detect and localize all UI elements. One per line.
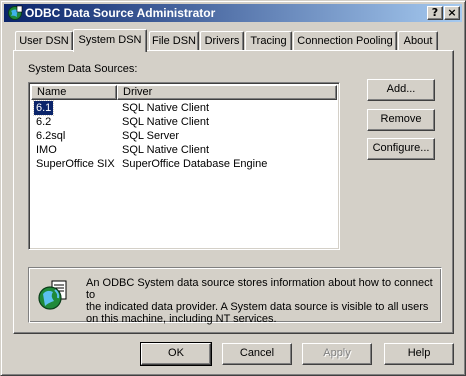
dsn-name: 6.2 <box>36 116 52 128</box>
tab-file-dsn[interactable]: File DSN <box>149 31 199 51</box>
list-item[interactable]: 6.1 SQL Native Client <box>31 100 337 116</box>
cancel-button[interactable]: Cancel <box>222 343 292 365</box>
tab-tracing[interactable]: Tracing <box>245 31 292 51</box>
dsn-driver: SQL Server <box>122 130 180 142</box>
list-item[interactable]: 6.2 SQL Native Client <box>31 115 337 129</box>
tab-connection-pooling[interactable]: Connection Pooling <box>293 31 397 51</box>
list-item[interactable]: SuperOffice SIX SuperOffice Database Eng… <box>31 157 337 171</box>
close-title-button[interactable]: × <box>444 6 460 20</box>
dsn-driver: SuperOffice Database Engine <box>122 158 268 170</box>
help-title-button[interactable]: ? <box>427 6 443 20</box>
system-data-sources-list[interactable]: Name Driver 6.1 SQL Native Client 6.2 SQ… <box>28 82 340 250</box>
dsn-name: 6.2sql <box>36 130 66 142</box>
dsn-name: IMO <box>36 144 57 156</box>
list-item[interactable]: IMO SQL Native Client <box>31 143 337 157</box>
system-data-sources-label: System Data Sources: <box>28 63 138 75</box>
tab-drivers[interactable]: Drivers <box>200 31 244 51</box>
help-button[interactable]: Help <box>384 343 454 365</box>
dsn-driver: SQL Native Client <box>122 102 210 114</box>
column-header-driver[interactable]: Driver <box>117 85 337 100</box>
configure-button[interactable]: Configure... <box>367 138 435 160</box>
apply-button[interactable]: Apply <box>302 343 372 365</box>
globe-datasource-icon <box>38 280 67 310</box>
odbc-app-icon <box>8 5 23 20</box>
info-description: An ODBC System data source stores inform… <box>86 277 433 325</box>
dsn-name: SuperOffice SIX <box>36 158 115 170</box>
ok-button[interactable]: OK <box>140 342 212 366</box>
window-title: ODBC Data Source Administrator <box>25 6 216 20</box>
column-header-name[interactable]: Name <box>31 85 117 100</box>
system-dsn-panel: System Data Sources: Name Driver 6.1 SQL… <box>13 50 454 334</box>
list-header: Name Driver <box>31 85 337 100</box>
title-bar[interactable]: ODBC Data Source Administrator ? × <box>4 4 462 22</box>
list-item[interactable]: 6.2sql SQL Server <box>31 129 337 143</box>
info-box: An ODBC System data source stores inform… <box>28 267 442 325</box>
dsn-driver: SQL Native Client <box>122 144 210 156</box>
tab-about[interactable]: About <box>398 31 438 51</box>
dsn-driver: SQL Native Client <box>122 116 210 128</box>
odbc-dialog-window: ODBC Data Source Administrator ? × User … <box>0 0 466 376</box>
add-button[interactable]: Add... <box>367 79 435 101</box>
remove-button[interactable]: Remove <box>367 109 435 131</box>
tab-user-dsn[interactable]: User DSN <box>15 31 73 51</box>
tab-system-dsn[interactable]: System DSN <box>73 29 147 52</box>
dsn-name: 6.1 <box>32 100 55 116</box>
